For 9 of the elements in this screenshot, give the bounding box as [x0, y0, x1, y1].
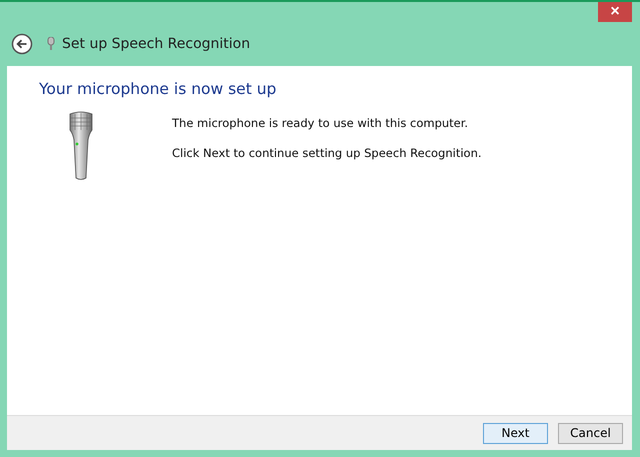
next-button[interactable]: Next: [483, 422, 548, 444]
body-text: Click Next to continue setting up Speech Recognition.: [172, 146, 482, 160]
microphone-icon: [47, 37, 55, 51]
page-heading: Your microphone is now set up: [39, 80, 278, 98]
body-text: The microphone is ready to use with this computer.: [172, 116, 470, 130]
cancel-button[interactable]: Cancel: [558, 422, 623, 444]
close-button[interactable]: ×: [598, 2, 632, 22]
window-title: Set up Speech Recognition: [62, 36, 250, 52]
back-icon[interactable]: [11, 33, 33, 55]
